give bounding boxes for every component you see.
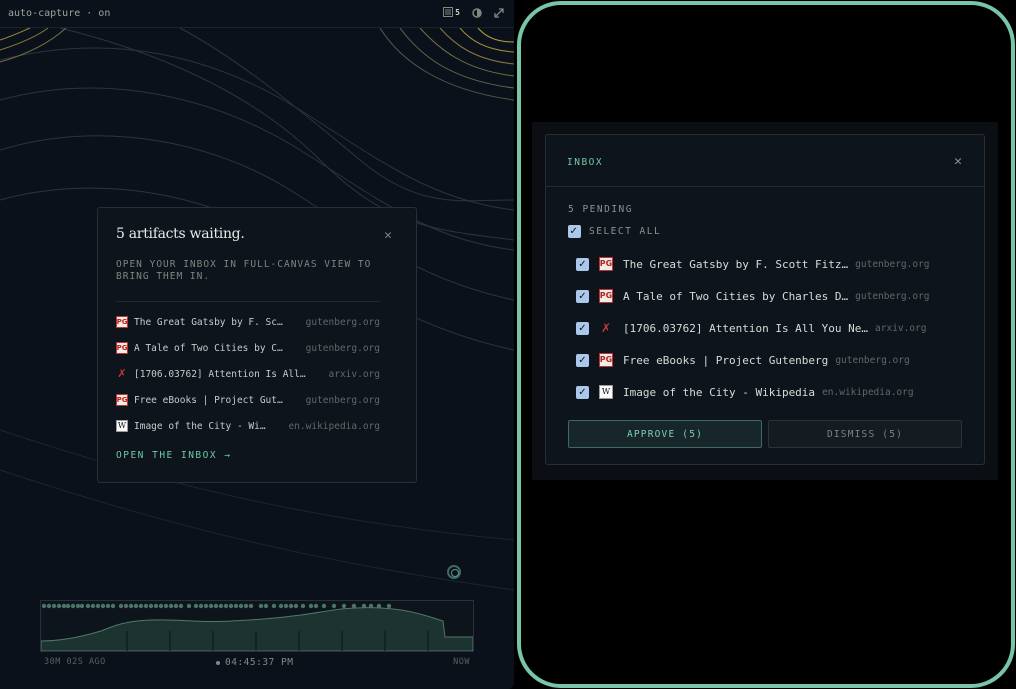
item-checkbox[interactable]: ✓ xyxy=(576,321,589,335)
inbox-actions: APPROVE (5) DISMISS (5) xyxy=(568,420,962,448)
timeline-end-label: NOW xyxy=(453,657,470,667)
artifacts-notice-card: 5 artifacts waiting. ✕ OPEN YOUR INBOX I… xyxy=(97,207,417,483)
list-item[interactable]: ✓ PG The Great Gatsby by F. Scott Fitz… … xyxy=(576,248,956,280)
canvas-panel: auto-capture · on 5 5 artifacts waiting.… xyxy=(0,0,514,689)
gutenberg-favicon-icon: PG xyxy=(116,316,128,328)
item-checkbox[interactable]: ✓ xyxy=(576,289,589,303)
gutenberg-favicon-icon: PG xyxy=(599,257,613,271)
list-item: W Image of the City - Wi… en.wikipedia.o… xyxy=(116,413,380,439)
inbox-icon[interactable]: 5 xyxy=(443,6,460,20)
arxiv-favicon-icon: ✗ xyxy=(600,321,612,335)
list-item[interactable]: ✓ PG A Tale of Two Cities by Charles D… … xyxy=(576,280,956,312)
wikipedia-favicon-icon: W xyxy=(599,385,613,399)
artifact-domain: gutenberg.org xyxy=(305,342,380,354)
list-item: PG The Great Gatsby by F. Sc… gutenberg.… xyxy=(116,309,380,335)
artifact-domain: gutenberg.org xyxy=(835,354,910,366)
artifact-title: Image of the City - Wi… xyxy=(134,420,266,432)
artifact-domain: en.wikipedia.org xyxy=(822,386,914,398)
list-item[interactable]: ✓ ✗ [1706.03762] Attention Is All You Ne… xyxy=(576,312,956,344)
artifact-domain: en.wikipedia.org xyxy=(288,420,380,432)
artifact-domain: arxiv.org xyxy=(875,322,927,334)
item-checkbox[interactable]: ✓ xyxy=(576,353,589,367)
artifact-title: [1706.03762] Attention Is All You Ne… xyxy=(623,321,869,335)
wikipedia-favicon-icon: W xyxy=(116,420,128,432)
select-all-label: SELECT ALL xyxy=(589,226,662,237)
artifact-title: The Great Gatsby by F. Sc… xyxy=(134,316,283,328)
artifact-title: A Tale of Two Cities by Charles D… xyxy=(623,289,849,303)
target-icon[interactable] xyxy=(447,565,461,579)
dismiss-button[interactable]: DISMISS (5) xyxy=(768,420,962,448)
close-icon[interactable]: ✕ xyxy=(954,154,962,169)
notice-title: 5 artifacts waiting. xyxy=(116,226,245,242)
top-bar: auto-capture · on 5 xyxy=(0,0,514,28)
approve-button[interactable]: APPROVE (5) xyxy=(568,420,762,448)
artifact-title: Free eBooks | Project Gutenberg xyxy=(623,353,829,367)
artifact-domain: gutenberg.org xyxy=(305,394,380,406)
artifact-title: Image of the City - Wikipedia xyxy=(623,385,816,399)
gutenberg-favicon-icon: PG xyxy=(599,289,613,303)
list-item: PG Free eBooks | Project Gut… gutenberg.… xyxy=(116,387,380,413)
inbox-title: INBOX xyxy=(567,157,604,168)
inbox-artifact-list: ✓ PG The Great Gatsby by F. Scott Fitz… … xyxy=(576,248,956,408)
arxiv-favicon-icon: ✗ xyxy=(117,367,127,380)
inbox-header: INBOX ✕ xyxy=(546,135,984,187)
artifact-title: Free eBooks | Project Gut… xyxy=(134,394,283,406)
auto-capture-status: auto-capture · on xyxy=(8,8,111,19)
playhead-dot-icon xyxy=(216,660,220,665)
list-item: PG A Tale of Two Cities by C… gutenberg.… xyxy=(116,335,380,361)
pending-count: 5 PENDING xyxy=(568,204,633,215)
artifact-title: A Tale of Two Cities by C… xyxy=(134,342,283,354)
divider xyxy=(116,301,380,302)
capture-timeline[interactable] xyxy=(40,600,474,652)
artifact-title: The Great Gatsby by F. Scott Fitz… xyxy=(623,257,849,271)
artifact-title: [1706.03762] Attention Is All… xyxy=(134,368,306,380)
select-all-checkbox[interactable]: ✓ SELECT ALL xyxy=(568,225,661,238)
artifact-domain: gutenberg.org xyxy=(855,258,930,270)
timeline-activity-chart xyxy=(40,603,474,652)
list-item[interactable]: ✓ W Image of the City - Wikipedia en.wik… xyxy=(576,376,956,408)
list-item: ✗ [1706.03762] Attention Is All… arxiv.o… xyxy=(116,361,380,387)
inbox-panel: INBOX ✕ 5 PENDING ✓ SELECT ALL ✓ PG The … xyxy=(545,134,985,465)
timeline-current-time: 04:45:37 PM xyxy=(216,657,293,668)
notice-subtitle: OPEN YOUR INBOX IN FULL-CANVAS VIEW TO B… xyxy=(116,259,372,282)
gutenberg-favicon-icon: PG xyxy=(599,353,613,367)
checkbox-icon[interactable]: ✓ xyxy=(568,225,581,238)
gutenberg-favicon-icon: PG xyxy=(116,394,128,406)
timeline-start-label: 30M 02S AGO xyxy=(44,657,106,667)
artifact-domain: gutenberg.org xyxy=(305,316,380,328)
open-inbox-link[interactable]: OPEN THE INBOX → xyxy=(116,450,232,461)
artifact-domain: gutenberg.org xyxy=(855,290,930,302)
current-time-text: 04:45:37 PM xyxy=(225,657,294,668)
item-checkbox[interactable]: ✓ xyxy=(576,257,589,271)
notice-artifact-list: PG The Great Gatsby by F. Sc… gutenberg.… xyxy=(116,309,380,439)
close-icon[interactable]: ✕ xyxy=(384,228,392,243)
gutenberg-favicon-icon: PG xyxy=(116,342,128,354)
item-checkbox[interactable]: ✓ xyxy=(576,385,589,399)
list-item[interactable]: ✓ PG Free eBooks | Project Gutenberg gut… xyxy=(576,344,956,376)
inbox-count-badge: 5 xyxy=(455,8,460,17)
artifact-domain: arxiv.org xyxy=(328,368,380,380)
contrast-icon[interactable] xyxy=(472,8,482,18)
expand-icon[interactable] xyxy=(494,8,504,18)
